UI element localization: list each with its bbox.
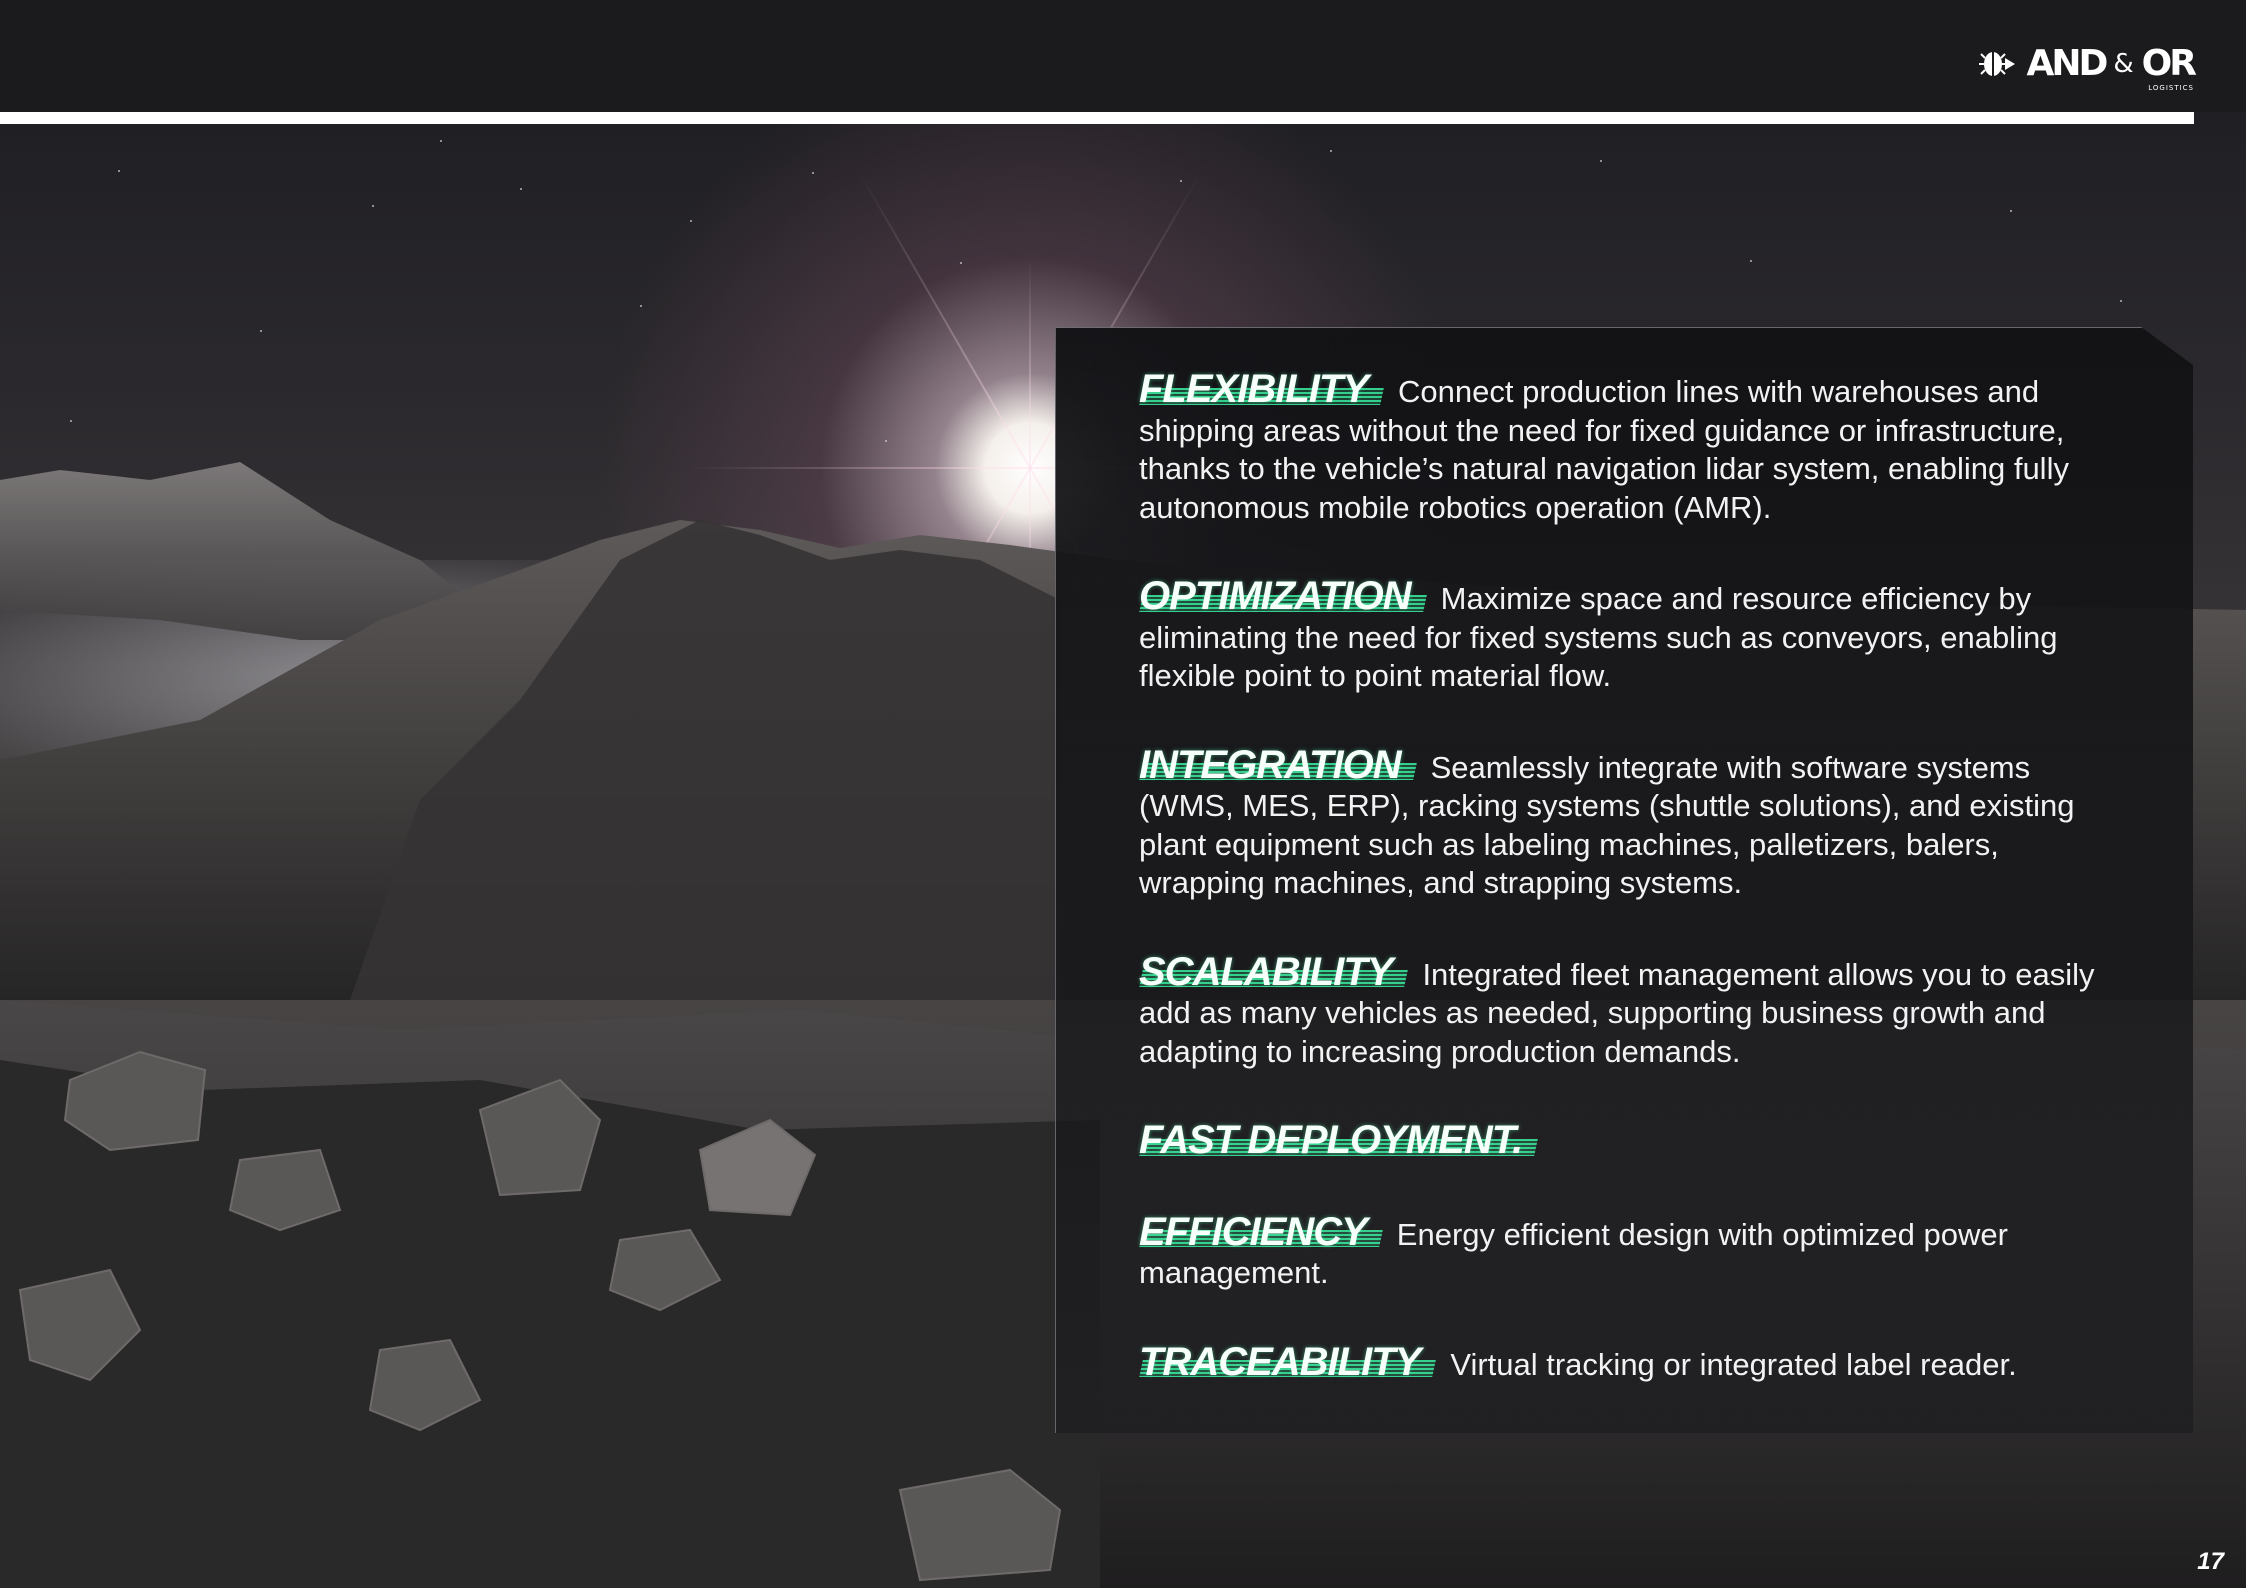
brand-logo[interactable]: AND & OR LOGISTICS	[1975, 43, 2197, 92]
feature-title: OPTIMIZATION	[1139, 576, 1425, 615]
feature-title: SCALABILITY	[1139, 952, 1406, 991]
feature-title: FLEXIBILITY	[1139, 369, 1382, 408]
feature-flexibility: FLEXIBILITY Connect production lines with…	[1139, 369, 2119, 527]
features-list: FLEXIBILITY Connect production lines with…	[1139, 369, 2119, 1434]
page-number: 17	[2197, 1548, 2224, 1575]
feature-title: INTEGRATION	[1139, 745, 1415, 784]
brand-name-left: AND	[2026, 43, 2109, 84]
header-rule	[0, 112, 2194, 124]
feature-integration: INTEGRATION Seamlessly integrate with sof…	[1139, 745, 2119, 903]
feature-text: Virtual tracking or integrated label rea…	[1450, 1346, 2017, 1382]
feature-traceability: TRACEABILITY Virtual tracking or integrat…	[1139, 1342, 2119, 1385]
brand-name-right: OR	[2141, 43, 2197, 84]
header-bar	[0, 0, 2246, 112]
feature-scalability: SCALABILITY Integrated fleet management a…	[1139, 952, 2119, 1072]
brand-ampersand: &	[2113, 49, 2134, 79]
feature-title: TRACEABILITY	[1139, 1342, 1434, 1381]
and-or-bug-icon	[1978, 50, 2015, 78]
feature-title: EFFICIENCY	[1139, 1212, 1381, 1251]
feature-title: FAST DEPLOYMENT.	[1139, 1120, 1536, 1159]
feature-efficiency: EFFICIENCY Energy efficient design with o…	[1139, 1212, 2119, 1293]
brand-tagline: LOGISTICS	[2148, 84, 2194, 92]
feature-optimization: OPTIMIZATION Maximize space and resource …	[1139, 576, 2119, 696]
feature-fast-deployment: FAST DEPLOYMENT.	[1139, 1120, 2119, 1163]
